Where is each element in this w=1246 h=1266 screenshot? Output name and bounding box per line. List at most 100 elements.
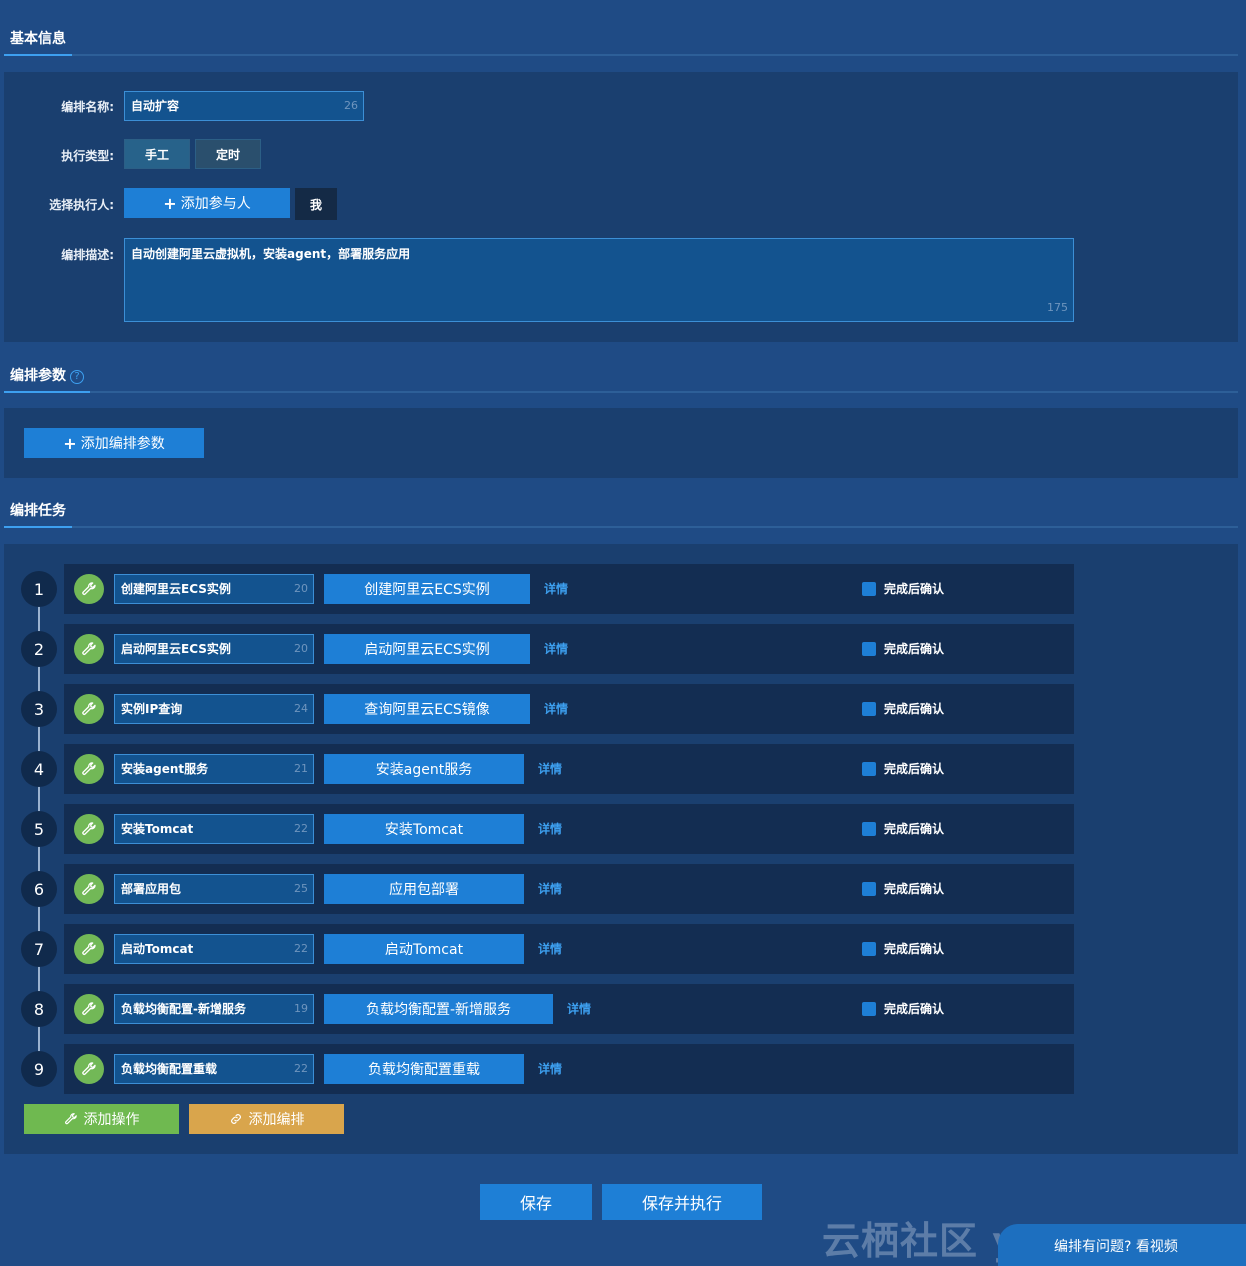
task-name-input[interactable]: 安装Tomcat 22 <box>114 814 314 844</box>
name-value: 自动扩容 <box>131 99 180 113</box>
task-name-input[interactable]: 实例IP查询 24 <box>114 694 314 724</box>
wrench-icon <box>82 882 96 895</box>
task-detail-link[interactable]: 详情 <box>538 934 562 964</box>
add-param-button[interactable]: + 添加编排参数 <box>24 428 204 458</box>
task-row: 安装Tomcat 22 安装Tomcat 详情 完成后确认 <box>64 804 1074 854</box>
step-number: 1 <box>21 571 57 607</box>
task-name-value: 安装Tomcat <box>121 822 194 836</box>
task-detail-link[interactable]: 详情 <box>538 754 562 784</box>
type-label: 执行类型: <box>61 149 114 163</box>
wrench-button[interactable] <box>74 754 104 784</box>
confirm-after-checkbox[interactable]: 完成后确认 <box>862 874 944 904</box>
help-video-bar[interactable]: 编排有问题? 看视频 <box>998 1224 1246 1266</box>
save-run-button[interactable]: 保存并执行 <box>602 1184 762 1220</box>
wrench-icon <box>82 1062 96 1075</box>
task-name-input[interactable]: 启动Tomcat 22 <box>114 934 314 964</box>
task-detail-link[interactable]: 详情 <box>544 634 568 664</box>
checkbox-icon[interactable] <box>862 942 876 956</box>
wrench-button[interactable] <box>74 574 104 604</box>
task-name-counter: 25 <box>294 882 308 895</box>
confirm-label: 完成后确认 <box>884 942 945 956</box>
task-action-button[interactable]: 负载均衡配置-新增服务 <box>324 994 553 1024</box>
confirm-after-checkbox[interactable]: 完成后确认 <box>862 694 944 724</box>
task-name-input[interactable]: 负载均衡配置重载 22 <box>114 1054 314 1084</box>
task-detail-link[interactable]: 详情 <box>538 1054 562 1084</box>
task-action-button[interactable]: 查询阿里云ECS镜像 <box>324 694 530 724</box>
task-action-button[interactable]: 应用包部署 <box>324 874 524 904</box>
type-manual-button[interactable]: 手工 <box>124 139 190 169</box>
wrench-button[interactable] <box>74 634 104 664</box>
plus-icon: + <box>63 433 77 453</box>
step-number: 7 <box>21 931 57 967</box>
task-action-button[interactable]: 启动Tomcat <box>324 934 524 964</box>
desc-label: 编排描述: <box>61 248 114 262</box>
wrench-button[interactable] <box>74 994 104 1024</box>
me-tag[interactable]: 我 <box>295 188 337 220</box>
confirm-after-checkbox[interactable]: 完成后确认 <box>862 934 944 964</box>
name-input[interactable]: 自动扩容 26 <box>124 91 364 121</box>
task-detail-link[interactable]: 详情 <box>544 694 568 724</box>
section-params-title: 编排参数? <box>4 365 90 393</box>
task-name-value: 负载均衡配置重载 <box>121 1062 218 1076</box>
task-name-counter: 22 <box>294 942 308 955</box>
task-detail-link[interactable]: 详情 <box>567 994 591 1024</box>
desc-counter: 175 <box>1047 301 1068 314</box>
wrench-button[interactable] <box>74 934 104 964</box>
checkbox-icon[interactable] <box>862 1002 876 1016</box>
wrench-button[interactable] <box>74 1054 104 1084</box>
task-action-button[interactable]: 启动阿里云ECS实例 <box>324 634 530 664</box>
name-counter: 26 <box>344 99 358 112</box>
task-name-input[interactable]: 启动阿里云ECS实例 20 <box>114 634 314 664</box>
task-action-button[interactable]: 创建阿里云ECS实例 <box>324 574 530 604</box>
desc-textarea[interactable]: 自动创建阿里云虚拟机，安装agent，部署服务应用 175 <box>124 238 1074 322</box>
wrench-icon <box>82 942 96 955</box>
task-name-value: 创建阿里云ECS实例 <box>121 582 231 596</box>
task-name-value: 实例IP查询 <box>121 702 183 716</box>
checkbox-icon[interactable] <box>862 882 876 896</box>
section-params-label: 编排参数 <box>10 368 66 384</box>
save-button[interactable]: 保存 <box>480 1184 592 1220</box>
checkbox-icon[interactable] <box>862 582 876 596</box>
task-name-counter: 22 <box>294 822 308 835</box>
task-action-button[interactable]: 负载均衡配置重载 <box>324 1054 524 1084</box>
wrench-button[interactable] <box>74 694 104 724</box>
step-number: 9 <box>21 1051 57 1087</box>
checkbox-icon[interactable] <box>862 642 876 656</box>
type-scheduled-button[interactable]: 定时 <box>195 139 261 169</box>
confirm-after-checkbox[interactable]: 完成后确认 <box>862 994 944 1024</box>
confirm-after-checkbox[interactable]: 完成后确认 <box>862 814 944 844</box>
section-basic-header: 基本信息 <box>4 26 1238 56</box>
confirm-after-checkbox[interactable]: 完成后确认 <box>862 574 944 604</box>
task-action-button[interactable]: 安装Tomcat <box>324 814 524 844</box>
add-participant-button[interactable]: + 添加参与人 <box>124 188 290 218</box>
task-name-counter: 19 <box>294 1002 308 1015</box>
add-operation-button[interactable]: 添加操作 <box>24 1104 179 1134</box>
wrench-button[interactable] <box>74 814 104 844</box>
plus-icon: + <box>163 193 177 213</box>
add-operation-label: 添加操作 <box>83 1112 140 1128</box>
confirm-after-checkbox[interactable]: 完成后确认 <box>862 634 944 664</box>
task-name-value: 启动Tomcat <box>121 942 194 956</box>
confirm-label: 完成后确认 <box>884 702 945 716</box>
task-detail-link[interactable]: 详情 <box>538 814 562 844</box>
wrench-button[interactable] <box>74 874 104 904</box>
checkbox-icon[interactable] <box>862 822 876 836</box>
task-detail-link[interactable]: 详情 <box>544 574 568 604</box>
help-icon[interactable]: ? <box>70 370 84 384</box>
task-action-button[interactable]: 安装agent服务 <box>324 754 524 784</box>
step-number: 8 <box>21 991 57 1027</box>
task-detail-link[interactable]: 详情 <box>538 874 562 904</box>
checkbox-icon[interactable] <box>862 762 876 776</box>
task-name-counter: 22 <box>294 1062 308 1075</box>
task-name-input[interactable]: 创建阿里云ECS实例 20 <box>114 574 314 604</box>
confirm-label: 完成后确认 <box>884 582 945 596</box>
checkbox-icon[interactable] <box>862 702 876 716</box>
add-param-label: 添加编排参数 <box>80 436 165 452</box>
confirm-after-checkbox[interactable]: 完成后确认 <box>862 754 944 784</box>
task-name-input[interactable]: 负载均衡配置-新增服务 19 <box>114 994 314 1024</box>
add-orchestration-button[interactable]: 添加编排 <box>189 1104 344 1134</box>
task-name-input[interactable]: 部署应用包 25 <box>114 874 314 904</box>
add-participant-label: 添加参与人 <box>180 196 251 212</box>
task-name-input[interactable]: 安装agent服务 21 <box>114 754 314 784</box>
task-row: 启动阿里云ECS实例 20 启动阿里云ECS实例 详情 完成后确认 <box>64 624 1074 674</box>
